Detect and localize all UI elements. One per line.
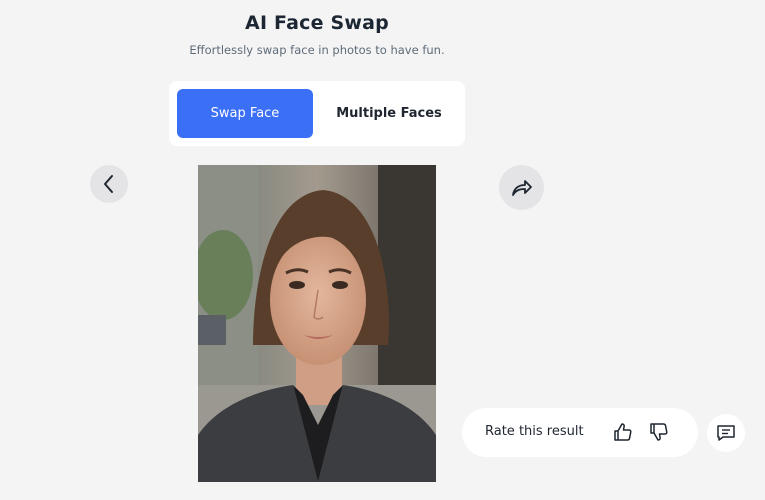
tab-swap-face[interactable]: Swap Face [177,89,313,138]
thumbs-up-button[interactable] [611,420,635,444]
rating-label: Rate this result [485,424,584,439]
chevron-left-icon [104,175,113,193]
rating-bar: Rate this result [462,408,698,457]
mode-tabs: Swap Face Multiple Faces [169,81,465,146]
page-subtitle: Effortlessly swap face in photos to have… [189,43,445,57]
share-button[interactable] [499,165,544,210]
tab-multiple-faces[interactable]: Multiple Faces [319,89,459,138]
result-photo [198,165,436,482]
thumbs-down-button[interactable] [647,420,671,444]
message-icon [717,425,735,441]
share-arrow-icon [511,179,532,196]
feedback-button[interactable] [707,414,745,452]
back-button[interactable] [90,165,128,203]
page-title: AI Face Swap [245,12,389,34]
thumbs-down-icon [650,423,668,441]
thumbs-up-icon [614,423,632,441]
